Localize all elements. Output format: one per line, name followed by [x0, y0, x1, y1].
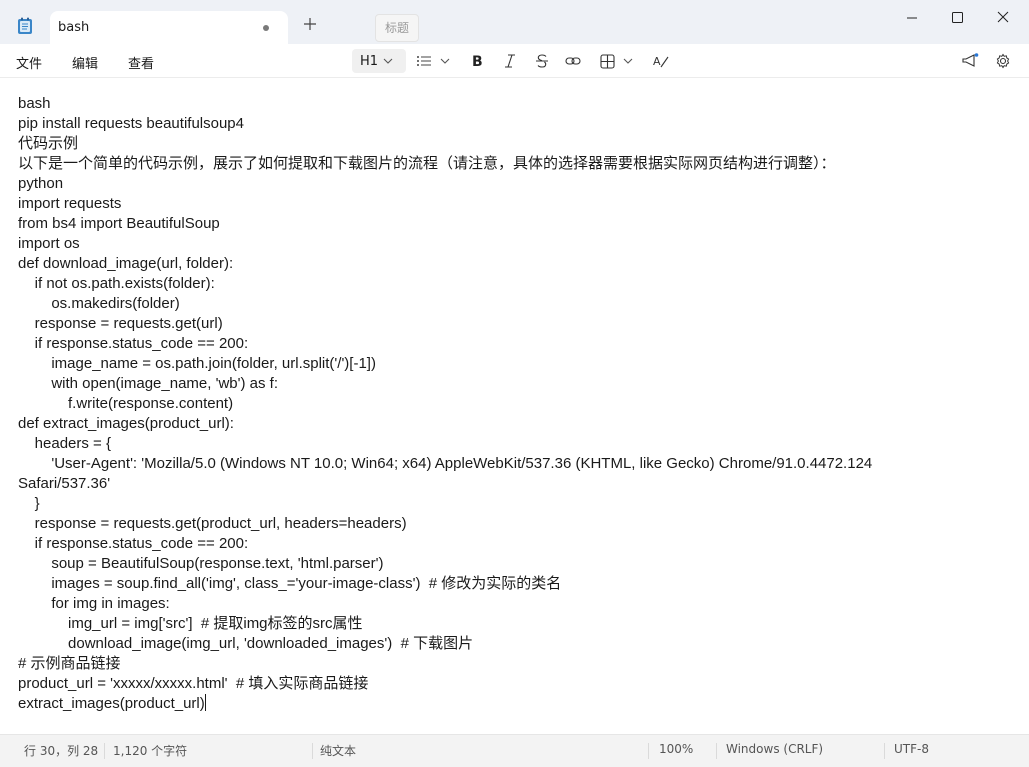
text-line: import os — [18, 235, 80, 252]
link-button[interactable] — [565, 49, 581, 73]
status-bar: 行 30，列 28 1,120 个字符 纯文本 100% Windows (CR… — [0, 734, 1029, 767]
maximize-icon — [952, 12, 963, 23]
menu-view[interactable]: 查看 — [128, 53, 154, 72]
zoom-level[interactable]: 100% — [659, 742, 693, 756]
link-icon — [565, 57, 581, 65]
text-line: import requests — [18, 195, 122, 212]
text-line: download_image(img_url, 'downloaded_imag… — [18, 635, 474, 652]
line-ending[interactable]: Windows (CRLF) — [726, 742, 823, 756]
text-line: images = soup.find_all('img', class_='yo… — [18, 575, 562, 592]
heading-label: H1 — [360, 53, 379, 69]
menu-bar: 文件 编辑 查看 H1 B A — [0, 44, 1029, 78]
divider — [884, 743, 885, 759]
text-line: if response.status_code == 200: — [18, 335, 249, 352]
svg-text:A: A — [653, 55, 661, 68]
text-line: for img in images: — [18, 595, 170, 612]
text-line: soup = BeautifulSoup(response.text, 'htm… — [18, 555, 384, 572]
divider — [312, 743, 313, 759]
text-line: if response.status_code == 200: — [18, 535, 249, 552]
italic-button[interactable] — [503, 49, 517, 73]
text-line: Safari/537.36' — [18, 475, 111, 492]
text-editor[interactable]: bash pip install requests beautifulsoup4 代… — [18, 94, 1008, 724]
svg-text:B: B — [472, 54, 483, 69]
text-line: product_url = 'xxxxx/xxxxx.html' # 填入实际商… — [18, 675, 369, 692]
text-line: headers = { — [18, 435, 111, 452]
text-line: } — [18, 495, 40, 512]
chevron-down-icon — [623, 58, 633, 64]
list-dropdown[interactable] — [416, 49, 450, 73]
text-caret — [204, 694, 206, 711]
divider — [716, 743, 717, 759]
close-icon — [997, 11, 1009, 23]
plus-icon — [304, 18, 316, 30]
notepad-app-icon — [18, 17, 32, 34]
text-line: def extract_images(product_url): — [18, 415, 234, 432]
gear-icon — [996, 53, 1010, 69]
text-line: 'User-Agent': 'Mozilla/5.0 (Windows NT 1… — [18, 455, 873, 472]
text-line: response = requests.get(url) — [18, 315, 223, 332]
table-icon — [600, 53, 615, 69]
maximize-button[interactable] — [935, 6, 979, 30]
encoding[interactable]: UTF-8 — [894, 742, 929, 756]
divider — [648, 743, 649, 759]
text-line: # 示例商品链接 — [18, 655, 121, 672]
text-line: img_url = img['src'] # 提取img标签的src属性 — [18, 615, 363, 632]
menu-file[interactable]: 文件 — [16, 53, 42, 72]
settings-button[interactable] — [995, 49, 1011, 73]
text-line: image_name = os.path.join(folder, url.sp… — [18, 355, 376, 372]
character-count: 1,120 个字符 — [113, 744, 188, 758]
heading-dropdown[interactable]: H1 — [352, 49, 406, 73]
text-line: response = requests.get(product_url, hea… — [18, 515, 407, 532]
title-bar: bash 标题 — [0, 0, 1029, 44]
minimize-icon — [907, 17, 917, 19]
text-line: bash — [18, 95, 51, 112]
strikethrough-button[interactable] — [535, 49, 549, 73]
bold-icon: B — [472, 54, 483, 69]
text-line: if not os.path.exists(folder): — [18, 275, 215, 292]
unsaved-dot-icon[interactable] — [263, 25, 269, 31]
text-line: extract_images(product_url) — [18, 694, 206, 712]
document-tab[interactable]: bash — [50, 11, 288, 44]
divider — [104, 743, 105, 759]
text-line: f.write(response.content) — [18, 395, 234, 412]
italic-icon — [505, 54, 515, 68]
new-tab-button[interactable] — [301, 17, 319, 35]
chevron-down-icon — [440, 58, 450, 64]
close-button[interactable] — [980, 6, 1024, 30]
text-line: pip install requests beautifulsoup4 — [18, 115, 244, 132]
clear-formatting-icon: A — [653, 55, 669, 68]
chevron-down-icon — [383, 58, 393, 64]
text-line: 代码示例 — [18, 135, 79, 152]
format-mode[interactable]: 纯文本 — [320, 742, 356, 759]
bullet-list-icon — [417, 56, 431, 66]
copilot-button[interactable] — [961, 49, 979, 73]
bold-button[interactable]: B — [470, 49, 484, 73]
text-line: def download_image(url, folder): — [18, 255, 234, 272]
tab-title: bash — [58, 20, 90, 35]
text-line: os.makedirs(folder) — [18, 295, 180, 312]
minimize-button[interactable] — [890, 6, 934, 30]
tooltip: 标题 — [375, 14, 419, 42]
cursor-position: 行 30，列 28 — [24, 744, 99, 758]
strikethrough-icon — [536, 54, 548, 68]
text-line: with open(image_name, 'wb') as f: — [18, 375, 279, 392]
text-line: python — [18, 175, 64, 192]
clear-formatting-button[interactable]: A — [653, 49, 669, 73]
text-line: 以下是一个简单的代码示例，展示了如何提取和下载图片的流程（请注意，具体的选择器需… — [18, 155, 836, 172]
text-line: from bs4 import BeautifulSoup — [18, 215, 220, 232]
megaphone-icon — [962, 53, 979, 67]
menu-edit[interactable]: 编辑 — [72, 53, 98, 72]
table-dropdown[interactable] — [600, 49, 633, 73]
